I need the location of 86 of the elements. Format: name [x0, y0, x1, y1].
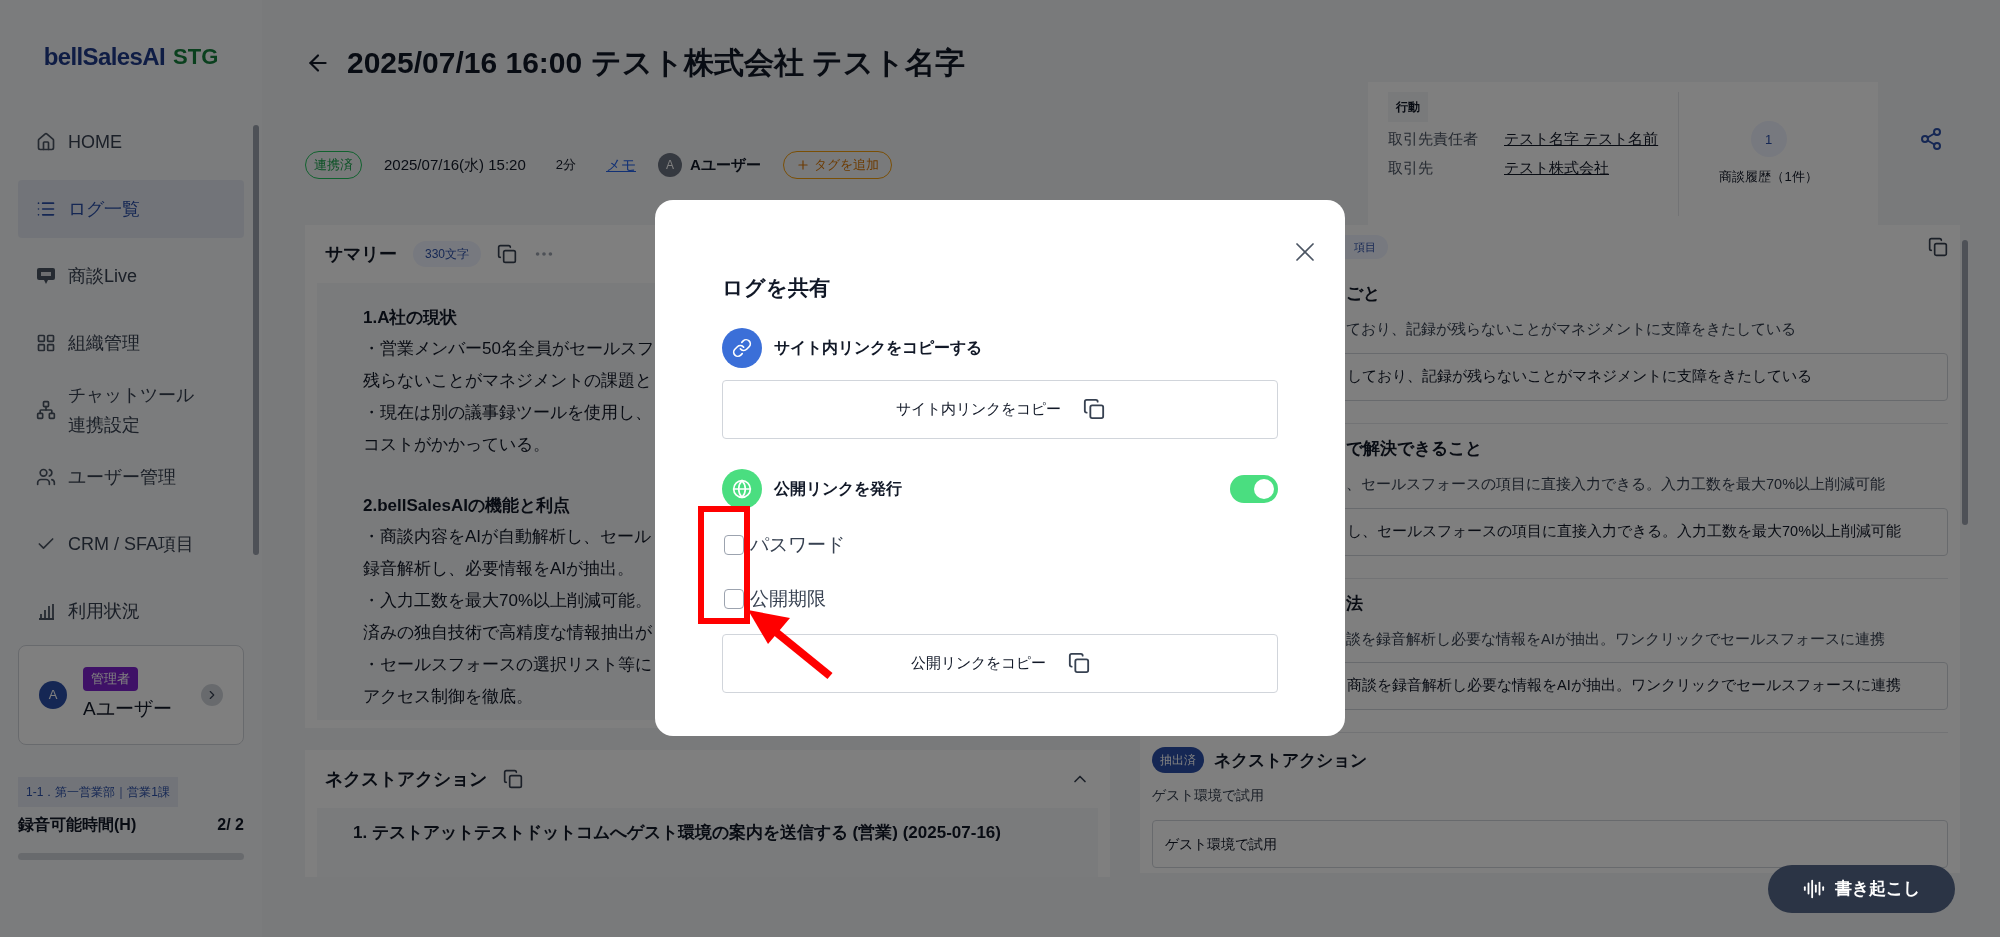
dialog-title: ログを共有	[722, 275, 831, 301]
summary-text: ・入力工数を最大70%以上削減可能。	[363, 590, 653, 612]
memo-link[interactable]: メモ	[606, 153, 636, 176]
activity-tag: 行動	[1388, 92, 1428, 122]
summary-text: ・セールスフォースの選択リスト等に	[363, 654, 652, 676]
share-icon	[1919, 127, 1943, 151]
transcribe-button[interactable]: 書き起こし	[1768, 865, 1955, 913]
audio-wave-icon	[1803, 878, 1825, 900]
field-description: 、セールスフォースの項目に直接入力できる。入力工数を最大70%以上削減可能	[1346, 474, 1886, 494]
field-tag: 項目	[1344, 234, 1388, 260]
nav-item[interactable]: 組織管理	[18, 314, 244, 372]
summary-text: 残らないことがマネジメントの課題と	[363, 370, 652, 392]
panel-title: ネクストアクション	[325, 767, 487, 791]
copy-site-link-button[interactable]: サイト内リンクをコピー	[722, 379, 1278, 439]
users-icon	[36, 467, 56, 487]
home-icon	[36, 132, 56, 152]
bar-chart-icon	[36, 601, 56, 621]
history-label[interactable]: 商談履歴（1件）	[1719, 167, 1818, 187]
chevron-right-icon[interactable]	[201, 684, 223, 706]
copy-icon[interactable]	[503, 769, 523, 789]
info-label: 取引先責任者	[1388, 129, 1479, 149]
history-count: 1	[1750, 121, 1787, 158]
nav-item[interactable]: HOME	[18, 113, 244, 171]
public-link-toggle[interactable]	[1230, 474, 1278, 503]
user-card[interactable]: A 管理者 Aユーザー	[18, 645, 244, 745]
checkbox[interactable]	[724, 534, 744, 555]
copy-public-link-button[interactable]: 公開リンクをコピー	[722, 633, 1278, 693]
checkbox-label: パスワード	[750, 532, 845, 557]
extracted-badge: 抽出済	[1152, 747, 1204, 774]
network-icon	[36, 400, 56, 420]
nav-item[interactable]: ユーザー管理	[18, 448, 244, 506]
checkbox[interactable]	[724, 589, 744, 610]
user-name: Aユーザー	[690, 154, 761, 175]
summary-text: コストがかかっている。	[363, 434, 550, 456]
list-icon	[36, 199, 56, 219]
department-badge: 1-1．第一営業部｜営業1課	[18, 777, 179, 807]
checkbox-label: 公開期限	[750, 587, 826, 611]
page-title: 2025/07/16 16:00 テスト株式会社 テスト名字	[347, 45, 965, 81]
user-avatar: A	[658, 152, 682, 177]
summary-text: 済みの独自技術で高精度な情報抽出が	[363, 622, 652, 644]
info-link[interactable]: テスト名字 テスト名前	[1504, 128, 1659, 151]
field-heading: で解決できること	[1346, 437, 1482, 460]
field-heading: ごと	[1346, 283, 1380, 305]
summary-text: ・商談内容をAIが自動解析し、セール	[363, 526, 652, 548]
copy-icon[interactable]	[1928, 237, 1948, 257]
user-avatar: A	[39, 681, 67, 709]
field-heading: 法	[1346, 592, 1363, 615]
panel-scrollbar[interactable]	[1962, 240, 1968, 525]
copy-icon	[1082, 398, 1105, 420]
section-label: サイト内リンクをコピーする	[774, 337, 982, 358]
sidebar-scrollbar[interactable]	[253, 125, 259, 555]
role-badge: 管理者	[83, 667, 138, 691]
copy-icon[interactable]	[497, 244, 518, 264]
summary-text: アクセス制御を徹底。	[363, 686, 533, 708]
summary-text: ・現在は別の議事録ツールを使用し、	[363, 402, 652, 424]
nav-item[interactable]: 利用状況	[18, 582, 244, 635]
nav-item[interactable]: 商談Live	[18, 247, 244, 305]
character-count-badge: 330文字	[413, 241, 482, 267]
quota-value: 2/ 2	[217, 815, 244, 835]
nav-item[interactable]: チャットツール連携設定	[18, 381, 244, 439]
logo[interactable]: bellSalesAI	[43, 38, 166, 75]
grid-icon	[36, 333, 56, 353]
field-description: 談を録音解析し必要な情報をAIが抽出。ワンクリックでセールスフォースに連携	[1346, 629, 1885, 649]
user-name: Aユーザー	[83, 696, 173, 721]
nav-item[interactable]: ログ一覧	[18, 180, 244, 238]
quota-label: 録音可能時間(H)	[18, 815, 137, 835]
field-heading: ネクストアクション	[1214, 749, 1367, 772]
section-label: 公開リンクを発行	[774, 478, 902, 499]
link-icon	[722, 327, 762, 368]
summary-text: ・営業メンバー50名全員がセールスフ	[363, 338, 654, 360]
globe-icon	[722, 468, 762, 509]
copy-icon	[1067, 652, 1090, 674]
panel-title: サマリー	[325, 242, 397, 266]
plus-icon	[795, 157, 810, 172]
nav-item[interactable]: CRM / SFA項目	[18, 515, 244, 573]
field-description: ており、記録が残らないことがマネジメントに支障をきたしている	[1346, 320, 1796, 339]
summary-text: 録音解析し、必要情報をAIが抽出。	[363, 558, 635, 580]
live-chat-icon	[36, 267, 56, 285]
environment-label: STG	[173, 43, 219, 71]
info-link[interactable]: テスト株式会社	[1504, 156, 1609, 179]
summary-heading: 1.A社の現状	[363, 307, 458, 329]
next-action-item: 1. テストアットテストドットコムへゲスト環境の案内を送信する (営業) (2025-07-16)	[353, 822, 1002, 844]
meeting-datetime: 2025/07/16(水) 15:20	[384, 154, 526, 175]
field-description: ゲスト環境で試用	[1152, 786, 1265, 806]
info-label: 取引先	[1388, 157, 1434, 178]
summary-heading: 2.bellSalesAIの機能と利点	[363, 495, 570, 517]
